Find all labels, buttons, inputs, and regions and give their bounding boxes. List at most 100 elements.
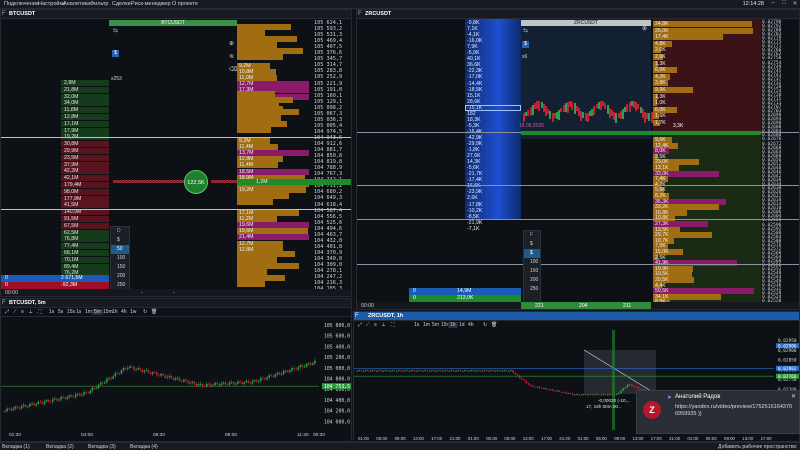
- trash-icon[interactable]: 🗑: [149, 309, 159, 315]
- measure-label-2: 17, 16h 00m 00...: [586, 404, 622, 409]
- candle-body: [66, 397, 69, 399]
- time-axis-label: 17:00: [541, 436, 552, 441]
- candle-body: [554, 390, 556, 392]
- close-icon[interactable]: ✕: [790, 0, 800, 9]
- notification-url[interactable]: https://yandex.ru/video/preview/17525161…: [675, 404, 793, 418]
- candle-body: [492, 370, 495, 372]
- trash-icon[interactable]: 🗑: [489, 322, 499, 328]
- dropdown-option[interactable]: 100: [111, 254, 129, 263]
- menu-filter[interactable]: Фильтр: [90, 1, 108, 7]
- candle-body: [442, 370, 444, 372]
- fullscreen-icon[interactable]: ⛶: [389, 322, 397, 328]
- menu-risk-manager[interactable]: Риск-менеджер: [131, 1, 171, 7]
- candle-body: [446, 370, 448, 372]
- add-workspace-button[interactable]: Добавить рабочее пространство: [718, 444, 797, 450]
- candle-body: [176, 378, 179, 380]
- tab-workspace-1[interactable]: Вкладка (1): [2, 444, 30, 450]
- panel-f-icon[interactable]: F: [358, 11, 362, 17]
- ruler-icon[interactable]: ⟂: [27, 309, 34, 315]
- candle-body: [299, 365, 302, 368]
- timeframe-1s[interactable]: 1s: [47, 309, 56, 315]
- menu-about[interactable]: О проекте: [172, 1, 198, 7]
- dropdown-option[interactable]: 150: [524, 267, 540, 276]
- price-axis-label: 105 800,0: [324, 323, 350, 329]
- candle-body: [428, 370, 431, 372]
- reset-icon[interactable]: ↻: [141, 309, 149, 315]
- dropdown-option[interactable]: $: [111, 236, 129, 245]
- btc-size-dropdown[interactable]: D $50 100 150 200 250: [110, 226, 130, 296]
- zrc-footer-a: 221: [535, 303, 544, 309]
- zrc-bottom-blue: 0 14,9M: [409, 288, 521, 295]
- target-icon[interactable]: ⊕: [229, 40, 234, 47]
- candle-body: [508, 370, 510, 372]
- fib-tool-icon[interactable]: ≡: [372, 322, 379, 328]
- price-axis-label: 104 400,0: [324, 398, 350, 404]
- tab-workspace-3[interactable]: Вкладка (3): [88, 444, 116, 450]
- candle-body: [362, 370, 365, 372]
- cross-arrows-icon[interactable]: ⤢: [3, 309, 11, 315]
- timeframe-1w[interactable]: 1w: [128, 309, 138, 315]
- menu-deals[interactable]: Сделки: [112, 1, 131, 7]
- price-axis-label: 0,02850: [778, 358, 797, 364]
- dropdown-option[interactable]: $: [524, 240, 540, 249]
- tab-workspace-4[interactable]: Вкладка (4): [130, 444, 158, 450]
- dropdown-option[interactable]: 100: [524, 258, 540, 267]
- timeframe-4h[interactable]: 4h: [466, 322, 476, 328]
- panel-f-icon[interactable]: F: [2, 11, 6, 17]
- candle-body: [461, 370, 464, 372]
- dollar-icon[interactable]: $: [522, 41, 529, 48]
- candle-body: [145, 370, 148, 371]
- line-tool-icon[interactable]: ⟋: [11, 309, 19, 315]
- panel-f-icon[interactable]: F: [2, 300, 6, 306]
- dropdown-option[interactable]: 250: [524, 285, 540, 294]
- candle-body: [574, 394, 576, 396]
- density-value: 91,5M: [64, 216, 79, 222]
- time-axis-label: 06:30: [153, 433, 166, 438]
- panel-f-icon[interactable]: F: [355, 313, 359, 319]
- candle-body: [358, 370, 360, 372]
- cross-arrows-icon[interactable]: ⤢: [356, 322, 364, 328]
- density-value: 17,1M: [64, 120, 79, 127]
- candle-body: [195, 383, 198, 386]
- dropdown-option[interactable]: 150: [111, 263, 129, 272]
- zrc-dom-body[interactable]: -9,8K 7,1K -4,1K -16,0K 7,9K -5,9K 40,1K 36,6K -…: [357, 19, 799, 309]
- layers-icon[interactable]: ≋: [229, 53, 234, 60]
- menu-connect[interactable]: Подключение: [4, 1, 39, 7]
- target-icon[interactable]: ⊕: [642, 25, 647, 32]
- menu-analytics[interactable]: Аналитика: [63, 1, 90, 7]
- minimize-icon[interactable]: –: [768, 0, 778, 9]
- tab-workspace-2[interactable]: Вкладка (2): [46, 444, 74, 450]
- dropdown-option[interactable]: 200: [111, 272, 129, 281]
- dropdown-option[interactable]: 200: [524, 276, 540, 285]
- candle-body: [37, 401, 40, 405]
- candle-body: [235, 383, 237, 385]
- workspace-tabs: Вкладка (1) Вкладка (2) Вкладка (3) Вкла…: [0, 442, 800, 450]
- candle-body: [545, 388, 547, 390]
- dropdown-option[interactable]: $: [524, 249, 540, 258]
- density-value: 11,8M: [64, 107, 79, 114]
- candle-body: [208, 383, 210, 385]
- dropdown-option[interactable]: 50: [111, 245, 129, 254]
- timeframe-1s[interactable]: 1s: [412, 322, 421, 328]
- notification-toast[interactable]: Z ➤ Анатолий Радов https://yandex.ru/vid…: [636, 390, 800, 434]
- close-icon[interactable]: ✕: [791, 393, 796, 400]
- link-icon[interactable]: ⇆: [523, 27, 528, 34]
- link-icon[interactable]: ⇆: [113, 27, 118, 34]
- candle-body: [510, 370, 512, 372]
- line-tool-icon[interactable]: ⟋: [364, 322, 372, 328]
- timeframe-1s[interactable]: 1s: [74, 309, 83, 315]
- eraser-icon[interactable]: ⌫: [229, 66, 237, 73]
- ruler-icon[interactable]: ⟂: [380, 322, 387, 328]
- time-axis-label: 17:00: [650, 436, 662, 441]
- timeframe-5s[interactable]: 5s: [56, 309, 65, 315]
- fullscreen-icon[interactable]: ⛶: [36, 309, 44, 315]
- dollar-icon[interactable]: $: [112, 50, 119, 57]
- candle-body: [81, 394, 83, 396]
- fib-tool-icon[interactable]: ≡: [19, 309, 26, 315]
- reset-icon[interactable]: ↻: [481, 322, 489, 328]
- btc-price-chart[interactable]: 105 800,0 105 600,0 105 400,0 105 200,0 105 …: [1, 318, 352, 432]
- zrc-size-dropdown[interactable]: F $ $100 150 200 250: [523, 230, 541, 306]
- menu-settings[interactable]: Настройки: [38, 1, 65, 7]
- btc-dom-body[interactable]: 2,8M21,8M32,0M34,0M11,8M12,8M17,1M17,9M1…: [1, 19, 351, 292]
- maximize-icon[interactable]: □: [779, 0, 789, 9]
